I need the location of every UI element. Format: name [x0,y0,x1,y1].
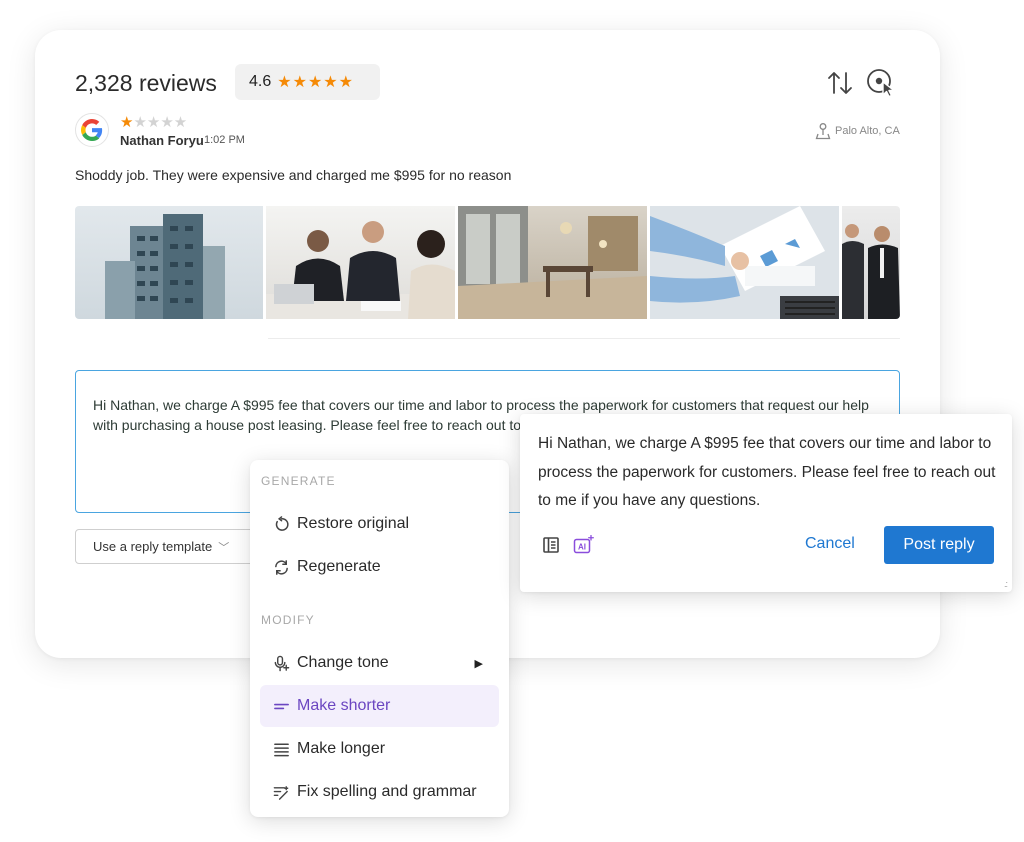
long-text-icon [274,743,289,756]
menu-item-label: Make longer [297,740,386,757]
review-time: 1:02 PM [204,134,245,146]
ai-suggestion-popup: Hi Nathan, we charge A $995 fee that cov… [520,414,1012,592]
restore-icon [275,515,289,531]
menu-item-label: Restore original [297,515,410,532]
reviews-count: 2,328 reviews [75,70,217,96]
cancel-button[interactable]: Cancel [805,535,855,553]
divider [268,338,900,339]
menu-item-restore-original[interactable]: Restore original [260,503,499,545]
resize-handle-icon[interactable]: .: [1004,580,1008,589]
modify-heading: MODIFY [261,613,315,627]
generate-heading: GENERATE [261,474,336,488]
menu-item-label: Fix spelling and grammar [297,783,477,800]
review-star-rating: ★★★★★ [120,114,188,131]
menu-item-make-longer[interactable]: Make longer [260,728,499,770]
menu-item-make-shorter[interactable]: Make shorter [260,685,499,727]
suggested-reply-text[interactable]: Hi Nathan, we charge A $995 fee that cov… [538,430,998,516]
short-text-icon [274,703,289,709]
spellcheck-wand-icon [273,785,289,800]
microphone-sparkle-icon [274,655,290,671]
reviewer-name: Nathan Foryu [120,133,204,148]
ai-sparkle-icon[interactable]: AI [573,535,595,555]
menu-item-label: Regenerate [297,558,381,575]
regenerate-icon [275,559,288,575]
menu-item-change-tone[interactable]: Change tone ▶ [260,642,499,684]
template-icon[interactable] [542,536,560,554]
submenu-arrow-icon: ▶ [474,657,483,670]
sort-icon[interactable] [825,68,855,98]
google-logo-icon [75,113,109,147]
review-photos [75,206,900,319]
photo-business-meeting[interactable] [266,206,455,319]
menu-item-label: Change tone [297,654,389,671]
photo-apartment-building[interactable] [75,206,263,319]
rating-chip: 4.6 ★★★★★ [235,64,380,100]
photo-documents-charts[interactable] [650,206,839,319]
location: Palo Alto, CA [815,122,900,140]
rating-stars: ★★★★★ [277,74,354,91]
menu-item-regenerate[interactable]: Regenerate [260,546,499,588]
svg-text:AI: AI [578,543,586,552]
reply-template-label: Use a reply template [93,539,213,554]
photo-business-people[interactable] [842,206,900,319]
post-reply-button[interactable]: Post reply [884,526,994,564]
chevron-down-icon: ﹀ [218,541,230,554]
review-text: Shoddy job. They were expensive and char… [75,167,512,183]
reply-template-dropdown[interactable]: Use a reply template ﹀ [75,529,255,564]
photo-apartment-interior[interactable] [458,206,647,319]
menu-item-label: Make shorter [297,697,391,714]
location-label: Palo Alto, CA [835,125,900,137]
pointer-click-icon[interactable] [865,68,899,98]
map-pin-icon [815,123,831,140]
menu-item-fix-spelling[interactable]: Fix spelling and grammar [260,771,499,813]
rating-value: 4.6 [249,73,272,90]
ai-assist-menu: GENERATE Restore original Regenerate MOD… [250,460,509,817]
